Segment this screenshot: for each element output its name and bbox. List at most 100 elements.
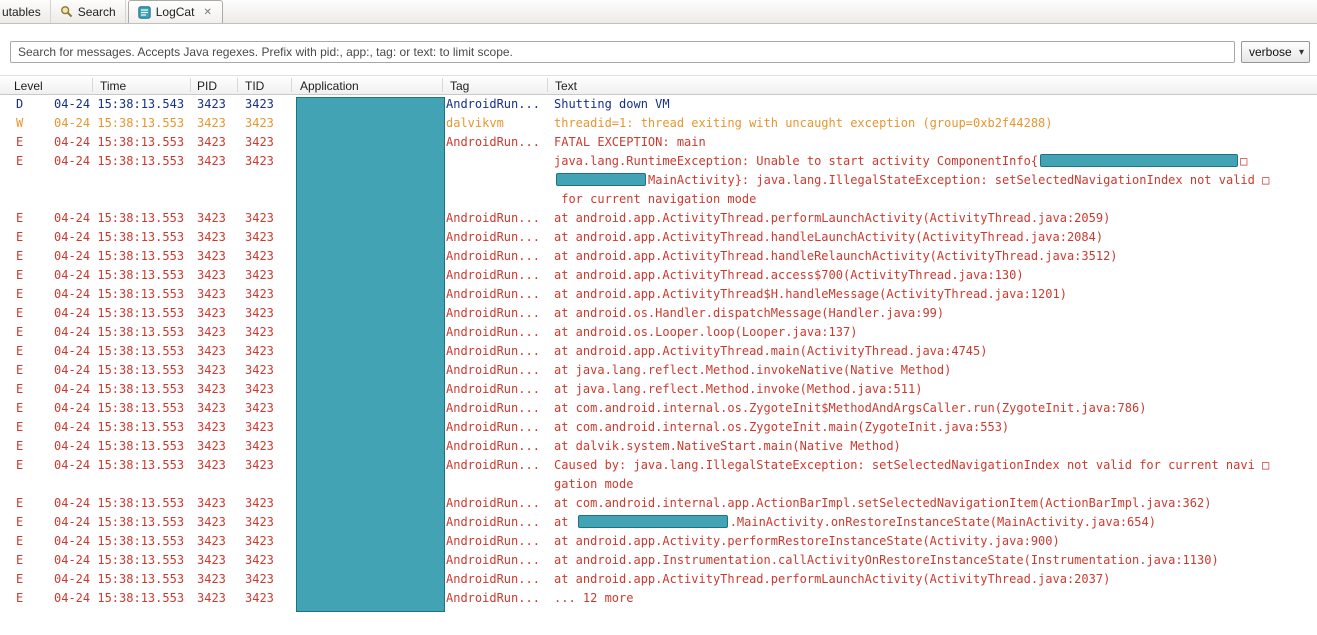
log-time: 04-24 15:38:13.553	[40, 114, 197, 133]
column-separator	[291, 78, 292, 92]
redaction-box	[556, 173, 646, 186]
column-header-text[interactable]: Text	[555, 79, 577, 93]
log-row[interactable]: gation mode	[0, 475, 1317, 494]
log-pid: 3423	[197, 437, 245, 456]
log-row[interactable]: E04-24 15:38:13.55334233423AndroidRun...…	[0, 247, 1317, 266]
log-tag: AndroidRun...	[446, 532, 551, 551]
log-text: at java.lang.reflect.Method.invoke(Metho…	[551, 380, 1317, 399]
log-tid: 3423	[245, 589, 296, 608]
log-row[interactable]: E04-24 15:38:13.55334233423AndroidRun...…	[0, 266, 1317, 285]
log-row[interactable]: E04-24 15:38:13.55334233423AndroidRun...…	[0, 285, 1317, 304]
log-text-segment: at dalvik.system.NativeStart.main(Native…	[554, 439, 901, 453]
log-text: Shutting down VM	[551, 95, 1317, 114]
log-row[interactable]: E04-24 15:38:13.55334233423AndroidRun...…	[0, 494, 1317, 513]
log-row[interactable]: E04-24 15:38:13.55334233423AndroidRun...…	[0, 551, 1317, 570]
log-text: at android.app.ActivityThread.handleLaun…	[551, 228, 1317, 247]
log-row[interactable]: E04-24 15:38:13.55334233423AndroidRun...…	[0, 437, 1317, 456]
log-row[interactable]: W04-24 15:38:13.55334233423dalvikvmthrea…	[0, 114, 1317, 133]
log-text-segment: at android.app.Instrumentation.callActiv…	[554, 553, 1219, 567]
column-header-pid[interactable]: PID	[197, 79, 217, 93]
column-header-time[interactable]: Time	[100, 79, 126, 93]
log-time: 04-24 15:38:13.553	[40, 532, 197, 551]
close-icon[interactable]: ✕	[202, 7, 212, 18]
column-header-level[interactable]: Level	[14, 79, 43, 93]
tab-variables-partial[interactable]: utables	[0, 0, 51, 23]
log-level-filter[interactable]: verbose ▾	[1241, 41, 1310, 63]
log-level: E	[0, 532, 40, 551]
log-text-segment: Shutting down VM	[554, 97, 670, 111]
log-time: 04-24 15:38:13.553	[40, 323, 197, 342]
log-pid: 3423	[197, 247, 245, 266]
log-row[interactable]: E04-24 15:38:13.55334233423java.lang.Run…	[0, 152, 1317, 171]
log-time: 04-24 15:38:13.543	[40, 95, 197, 114]
log-row[interactable]: E04-24 15:38:13.55334233423AndroidRun...…	[0, 532, 1317, 551]
log-text: gation mode	[551, 475, 1317, 494]
log-tag: AndroidRun...	[446, 342, 551, 361]
log-tag: AndroidRun...	[446, 361, 551, 380]
log-row[interactable]: E04-24 15:38:13.55334233423AndroidRun...…	[0, 133, 1317, 152]
column-header-tid[interactable]: TID	[245, 79, 264, 93]
log-time: 04-24 15:38:13.553	[40, 418, 197, 437]
log-time	[40, 171, 197, 190]
log-row[interactable]: D04-24 15:38:13.54334233423AndroidRun...…	[0, 95, 1317, 114]
log-tag	[446, 190, 551, 209]
log-text-segment: at android.app.ActivityThread.access$700…	[554, 268, 1024, 282]
log-text-segment: □	[1240, 154, 1247, 168]
log-level	[0, 190, 40, 209]
log-row[interactable]: E04-24 15:38:13.55334233423AndroidRun...…	[0, 361, 1317, 380]
log-text: at android.os.Looper.loop(Looper.java:13…	[551, 323, 1317, 342]
chevron-down-icon: ▾	[1299, 47, 1304, 58]
log-row[interactable]: E04-24 15:38:13.55334233423AndroidRun...…	[0, 399, 1317, 418]
log-text-segment: .MainActivity.onRestoreInstanceState(Mai…	[730, 515, 1156, 529]
column-header-application[interactable]: Application	[300, 79, 359, 93]
log-row[interactable]: E04-24 15:38:13.55334233423AndroidRun...…	[0, 342, 1317, 361]
log-text: at com.android.internal.app.ActionBarImp…	[551, 494, 1317, 513]
log-tag: AndroidRun...	[446, 380, 551, 399]
log-pid	[197, 475, 245, 494]
log-row[interactable]: MainActivity}: java.lang.IllegalStateExc…	[0, 171, 1317, 190]
log-text: MainActivity}: java.lang.IllegalStateExc…	[551, 171, 1317, 190]
log-row[interactable]: E04-24 15:38:13.55334233423AndroidRun...…	[0, 209, 1317, 228]
log-tag: AndroidRun...	[446, 418, 551, 437]
log-row[interactable]: for current navigation mode	[0, 190, 1317, 209]
log-tid: 3423	[245, 304, 296, 323]
log-row[interactable]: E04-24 15:38:13.55334233423AndroidRun...…	[0, 513, 1317, 532]
log-row[interactable]: E04-24 15:38:13.55334233423AndroidRun...…	[0, 456, 1317, 475]
log-row[interactable]: E04-24 15:38:13.55334233423AndroidRun...…	[0, 380, 1317, 399]
log-text-segment: Caused by: java.lang.IllegalStateExcepti…	[554, 458, 1269, 472]
log-text: at com.android.internal.os.ZygoteInit$Me…	[551, 399, 1317, 418]
filter-value: verbose	[1249, 45, 1292, 59]
log-time: 04-24 15:38:13.553	[40, 209, 197, 228]
log-tag: AndroidRun...	[446, 304, 551, 323]
column-header-tag[interactable]: Tag	[450, 79, 469, 93]
log-row[interactable]: E04-24 15:38:13.55334233423AndroidRun...…	[0, 418, 1317, 437]
log-text: at android.os.Handler.dispatchMessage(Ha…	[551, 304, 1317, 323]
log-tid: 3423	[245, 437, 296, 456]
log-text-segment: at java.lang.reflect.Method.invoke(Metho…	[554, 382, 922, 396]
log-tid: 3423	[245, 342, 296, 361]
log-time	[40, 190, 197, 209]
log-tid: 3423	[245, 152, 296, 171]
search-input[interactable]	[10, 41, 1235, 63]
log-row[interactable]: E04-24 15:38:13.55334233423AndroidRun...…	[0, 589, 1317, 608]
log-text: threadid=1: thread exiting with uncaught…	[551, 114, 1317, 133]
log-text-segment: at android.app.Activity.performRestoreIn…	[554, 534, 1060, 548]
log-text-segment: at android.os.Handler.dispatchMessage(Ha…	[554, 306, 944, 320]
tab-search[interactable]: Search	[51, 0, 126, 23]
log-tag: AndroidRun...	[446, 247, 551, 266]
log-row[interactable]: E04-24 15:38:13.55334233423AndroidRun...…	[0, 304, 1317, 323]
log-tag	[446, 171, 551, 190]
log-time: 04-24 15:38:13.553	[40, 247, 197, 266]
tab-logcat[interactable]: LogCat ✕	[128, 0, 223, 23]
log-row[interactable]: E04-24 15:38:13.55334233423AndroidRun...…	[0, 570, 1317, 589]
log-text: at java.lang.reflect.Method.invokeNative…	[551, 361, 1317, 380]
log-time: 04-24 15:38:13.553	[40, 285, 197, 304]
log-time: 04-24 15:38:13.553	[40, 266, 197, 285]
log-pid: 3423	[197, 456, 245, 475]
log-row[interactable]: E04-24 15:38:13.55334233423AndroidRun...…	[0, 323, 1317, 342]
log-time: 04-24 15:38:13.553	[40, 399, 197, 418]
log-tid: 3423	[245, 494, 296, 513]
log-text: FATAL EXCEPTION: main	[551, 133, 1317, 152]
log-level: E	[0, 152, 40, 171]
log-row[interactable]: E04-24 15:38:13.55334233423AndroidRun...…	[0, 228, 1317, 247]
